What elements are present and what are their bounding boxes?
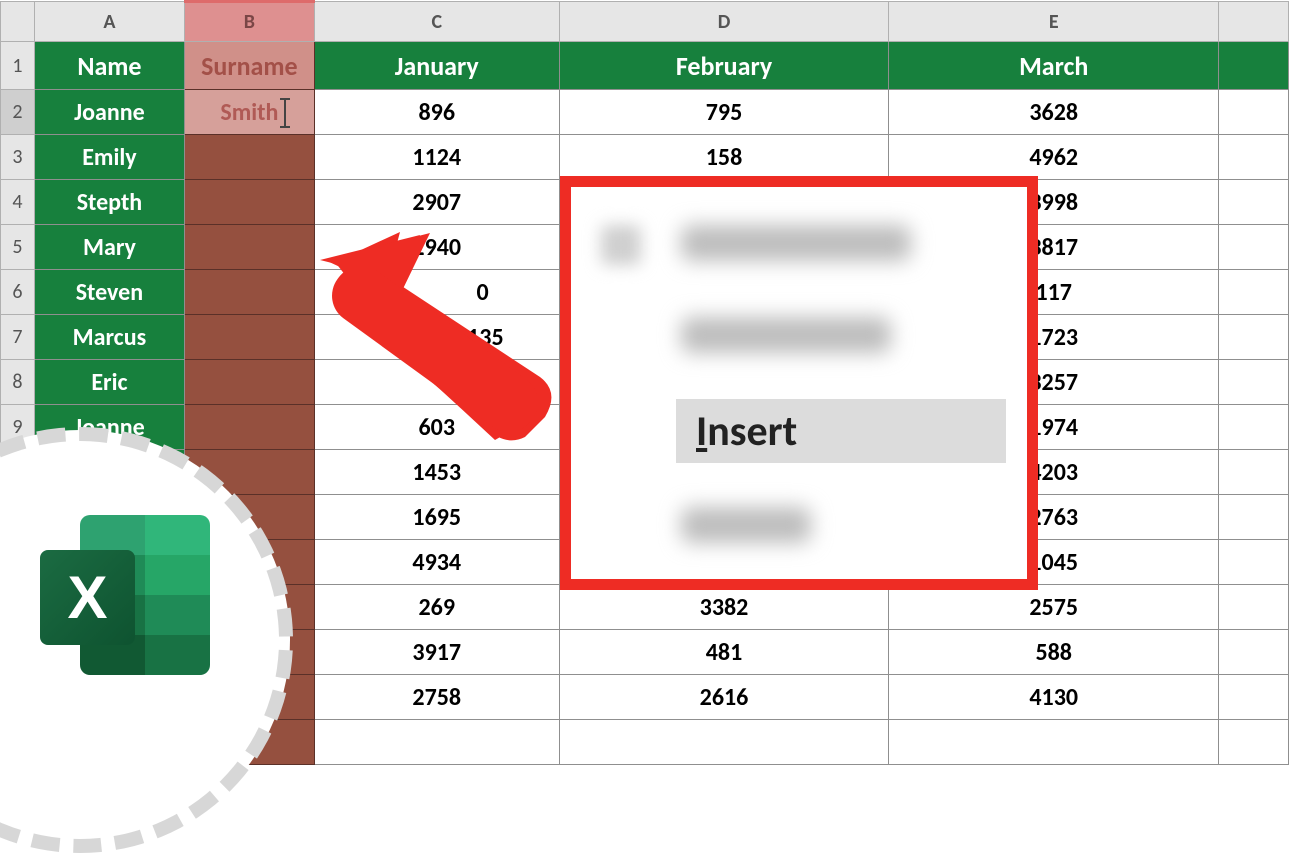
col-header-c[interactable]: C xyxy=(314,2,559,42)
cell[interactable]: Steven xyxy=(34,270,184,315)
cell[interactable] xyxy=(184,135,314,180)
col-header-e[interactable]: E xyxy=(889,2,1219,42)
cell[interactable] xyxy=(1219,675,1289,720)
cell[interactable]: 795 xyxy=(559,90,889,135)
row-header[interactable]: 1 xyxy=(1,42,35,90)
cell[interactable] xyxy=(1219,450,1289,495)
row-header[interactable]: 5 xyxy=(1,225,35,270)
cell[interactable]: 0 xyxy=(314,270,559,315)
cell[interactable] xyxy=(559,720,889,765)
cell-text: Smith xyxy=(220,98,278,127)
table-row: 1 Name Surname January February March xyxy=(1,42,1289,90)
cell[interactable] xyxy=(1219,720,1289,765)
cell[interactable]: Surname xyxy=(184,42,314,90)
cell[interactable]: 1695 xyxy=(314,495,559,540)
cell[interactable] xyxy=(1219,585,1289,630)
cell[interactable]: 4934 xyxy=(314,540,559,585)
cell[interactable]: January xyxy=(314,42,559,90)
cell[interactable]: 4130 xyxy=(889,675,1219,720)
excel-x-letter: X xyxy=(40,550,135,645)
cell[interactable] xyxy=(889,720,1219,765)
cell[interactable]: Emily xyxy=(34,135,184,180)
cell[interactable] xyxy=(184,360,314,405)
cell[interactable]: 3917 xyxy=(314,630,559,675)
cell[interactable] xyxy=(1219,42,1289,90)
cell[interactable] xyxy=(184,270,314,315)
cell[interactable] xyxy=(314,720,559,765)
cell[interactable]: Joanne xyxy=(34,90,184,135)
menu-item-blurred xyxy=(681,317,891,353)
table-row: 3 Emily 1124 158 4962 xyxy=(1,135,1289,180)
menu-item-blurred xyxy=(681,507,811,543)
cell[interactable]: Mary xyxy=(34,225,184,270)
row-header[interactable]: 7 xyxy=(1,315,35,360)
cell[interactable] xyxy=(184,225,314,270)
cell[interactable]: Name xyxy=(34,42,184,90)
row-header[interactable]: 6 xyxy=(1,270,35,315)
cell[interactable] xyxy=(1219,540,1289,585)
cell[interactable]: 269 xyxy=(314,585,559,630)
cell[interactable] xyxy=(1219,630,1289,675)
column-header-row: A B C D E xyxy=(1,2,1289,42)
excel-icon: X xyxy=(40,515,210,675)
table-row: 2 Joanne Smith 896 795 3628 xyxy=(1,90,1289,135)
cell[interactable] xyxy=(184,315,314,360)
menu-item-blurred xyxy=(681,225,911,261)
cell[interactable]: February xyxy=(559,42,889,90)
cell[interactable]: 3628 xyxy=(889,90,1219,135)
menu-icon-blurred xyxy=(601,225,641,265)
cell[interactable]: 158 xyxy=(559,135,889,180)
cell[interactable]: 2616 xyxy=(559,675,889,720)
select-all-corner[interactable] xyxy=(1,2,35,42)
row-header[interactable]: 3 xyxy=(1,135,35,180)
cell[interactable]: 2575 xyxy=(889,585,1219,630)
cell[interactable]: 2940 xyxy=(314,225,559,270)
cell[interactable]: 1453 xyxy=(314,450,559,495)
cell[interactable] xyxy=(1219,135,1289,180)
col-header-a[interactable]: A xyxy=(34,2,184,42)
col-header-f[interactable] xyxy=(1219,2,1289,42)
cell[interactable]: March xyxy=(889,42,1219,90)
row-header[interactable]: 4 xyxy=(1,180,35,225)
text-cursor-icon xyxy=(284,98,286,128)
cell[interactable]: 4962 xyxy=(889,135,1219,180)
row-header[interactable]: 8 xyxy=(1,360,35,405)
cell[interactable]: 896 xyxy=(314,90,559,135)
cell[interactable] xyxy=(1219,360,1289,405)
cell[interactable] xyxy=(1219,270,1289,315)
col-header-b[interactable]: B xyxy=(184,2,314,42)
menu-item-insert[interactable]: Insert xyxy=(676,399,1006,463)
cell[interactable]: 2758 xyxy=(314,675,559,720)
cell[interactable]: 603 xyxy=(314,405,559,450)
cell[interactable] xyxy=(1219,405,1289,450)
cell[interactable]: 588 xyxy=(889,630,1219,675)
cell[interactable] xyxy=(1219,90,1289,135)
row-header[interactable]: 2 xyxy=(1,90,35,135)
col-header-d[interactable]: D xyxy=(559,2,889,42)
cell[interactable] xyxy=(1219,315,1289,360)
cell[interactable]: Smith xyxy=(184,90,314,135)
cell[interactable]: Stepth xyxy=(34,180,184,225)
cell[interactable]: 2907 xyxy=(314,180,559,225)
menu-item-label: Insert xyxy=(696,406,797,457)
cell[interactable] xyxy=(1219,495,1289,540)
cell[interactable] xyxy=(1219,180,1289,225)
cell[interactable] xyxy=(184,180,314,225)
cell[interactable] xyxy=(184,405,314,450)
cell[interactable]: 1124 xyxy=(314,135,559,180)
cell[interactable]: 481 xyxy=(559,630,889,675)
cell[interactable]: 3382 xyxy=(559,585,889,630)
cell[interactable]: 135 xyxy=(314,315,559,360)
cell[interactable] xyxy=(1219,225,1289,270)
cell[interactable]: Eric xyxy=(34,360,184,405)
context-menu: Insert xyxy=(560,176,1038,590)
cell[interactable]: 4 xyxy=(314,360,559,405)
cell[interactable]: Marcus xyxy=(34,315,184,360)
